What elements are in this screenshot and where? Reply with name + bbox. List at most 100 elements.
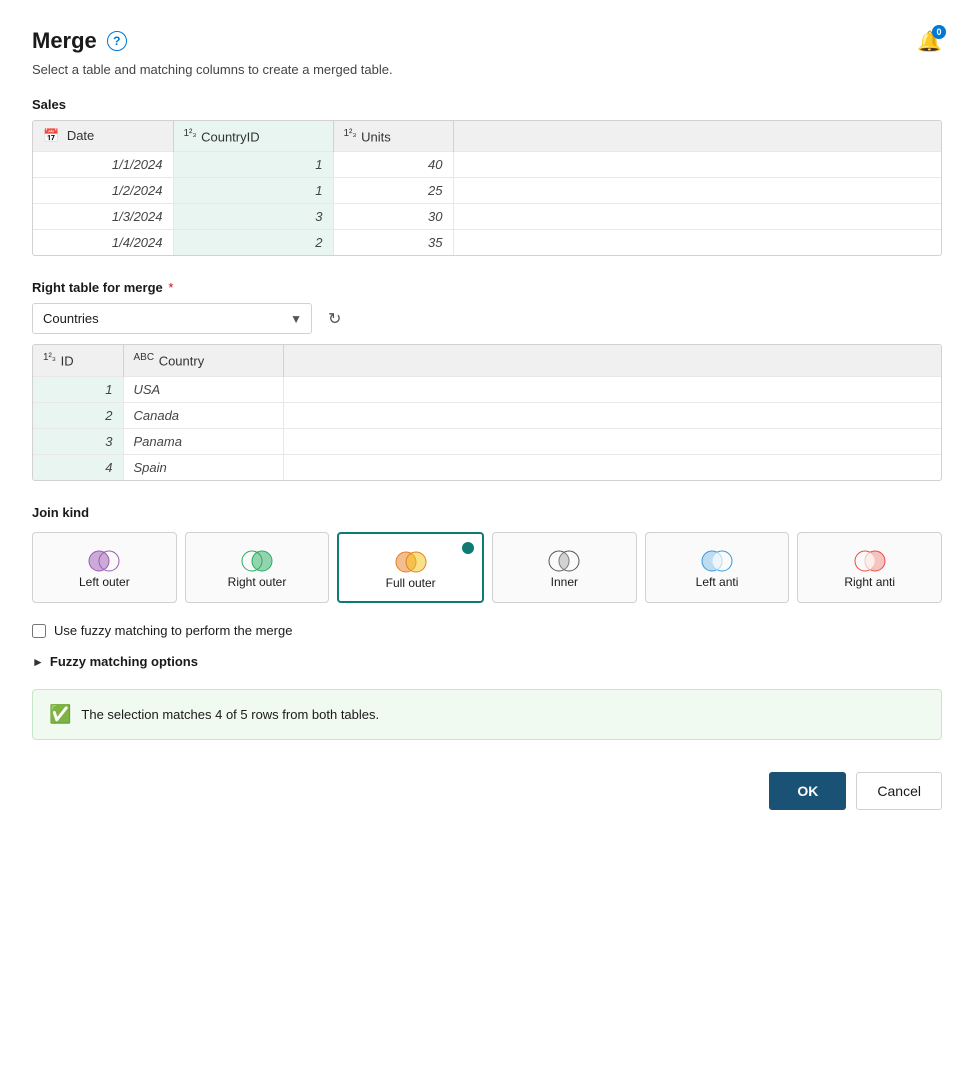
countries-header-row: 1²₃ ID ABC Country: [33, 345, 941, 376]
join-label-full-outer: Full outer: [386, 576, 436, 592]
notification-badge: 0: [932, 25, 946, 39]
cancel-button[interactable]: Cancel: [856, 772, 942, 810]
join-label-right-outer: Right outer: [228, 575, 287, 591]
venn-right-anti-icon: [848, 547, 892, 575]
type-icon-123-countryid: 1²₃: [184, 128, 197, 139]
countries-id-2: 2: [33, 402, 123, 428]
sales-countryid-2: 1: [173, 178, 333, 204]
required-indicator: *: [168, 280, 173, 295]
sales-label: Sales: [32, 97, 942, 112]
page-title: Merge: [32, 28, 97, 54]
countries-col-country-label: Country: [159, 354, 205, 369]
right-table-select[interactable]: Countries Sales: [32, 303, 312, 334]
countries-col-id-label: ID: [61, 354, 74, 369]
venn-left-outer-icon: [82, 547, 126, 575]
countries-country-1: USA: [123, 376, 283, 402]
countries-id-4: 4: [33, 454, 123, 480]
countries-col-empty: [283, 345, 941, 376]
table-row: 1/4/2024 2 35: [33, 230, 941, 256]
right-table-select-wrapper: Countries Sales ▼: [32, 303, 312, 334]
header-row: Merge ? 🔔 0: [32, 28, 942, 54]
fuzzy-matching-checkbox[interactable]: [32, 624, 46, 638]
sales-countryid-3: 3: [173, 204, 333, 230]
join-option-inner[interactable]: Inner: [492, 532, 637, 604]
countries-id-3: 3: [33, 428, 123, 454]
join-kind-section: Join kind Left outer: [32, 505, 942, 604]
venn-inner-icon: [542, 547, 586, 575]
venn-left-anti-icon: [695, 547, 739, 575]
join-options-container: Left outer Right outer: [32, 532, 942, 604]
sales-col-countryid[interactable]: 1²₃ CountryID: [173, 121, 333, 152]
help-icon[interactable]: ?: [107, 31, 127, 51]
chevron-right-icon: ►: [32, 655, 44, 669]
countries-country-4: Spain: [123, 454, 283, 480]
join-kind-label: Join kind: [32, 505, 942, 520]
sales-date-1: 1/1/2024: [33, 152, 173, 178]
calendar-icon: 📅: [43, 128, 59, 144]
join-option-right-anti[interactable]: Right anti: [797, 532, 942, 604]
countries-country-2: Canada: [123, 402, 283, 428]
ok-button[interactable]: OK: [769, 772, 846, 810]
sales-date-4: 1/4/2024: [33, 230, 173, 256]
table-row: 2 Canada: [33, 402, 941, 428]
sales-col-units[interactable]: 1²₃ Units: [333, 121, 453, 152]
title-area: Merge ?: [32, 28, 127, 54]
check-circle-icon: ✅: [49, 704, 71, 725]
join-option-right-outer[interactable]: Right outer: [185, 532, 330, 604]
match-notice: ✅ The selection matches 4 of 5 rows from…: [32, 689, 942, 740]
sales-col-countryid-label: CountryID: [201, 129, 260, 144]
sales-countryid-1: 1: [173, 152, 333, 178]
join-label-right-anti: Right anti: [844, 575, 895, 591]
countries-table-wrapper: 1²₃ ID ABC Country 1 USA 2: [32, 344, 942, 480]
sales-table: 📅 Date 1²₃ CountryID 1²₃ Units: [33, 121, 941, 255]
sales-col-empty: [453, 121, 941, 152]
countries-country-3: Panama: [123, 428, 283, 454]
subtitle-text: Select a table and matching columns to c…: [32, 62, 942, 77]
sales-header-row: 📅 Date 1²₃ CountryID 1²₃ Units: [33, 121, 941, 152]
join-option-full-outer[interactable]: Full outer: [337, 532, 484, 604]
fuzzy-options-row[interactable]: ► Fuzzy matching options: [32, 654, 942, 669]
countries-id-1: 1: [33, 376, 123, 402]
table-row: 1/3/2024 3 30: [33, 204, 941, 230]
join-option-left-anti[interactable]: Left anti: [645, 532, 790, 604]
sales-col-date[interactable]: 📅 Date: [33, 121, 173, 152]
join-label-inner: Inner: [551, 575, 578, 591]
join-option-left-outer[interactable]: Left outer: [32, 532, 177, 604]
match-notice-text: The selection matches 4 of 5 rows from b…: [81, 707, 379, 722]
right-table-label: Right table for merge: [32, 280, 163, 295]
sales-units-3: 30: [333, 204, 453, 230]
sales-col-date-label: Date: [67, 128, 94, 143]
fuzzy-matching-label: Use fuzzy matching to perform the merge: [54, 623, 292, 638]
right-table-section-row: Right table for merge *: [32, 280, 942, 295]
venn-right-outer-icon: [235, 547, 279, 575]
type-icon-123-units: 1²₃: [344, 128, 357, 139]
table-row: 4 Spain: [33, 454, 941, 480]
fuzzy-options-label: Fuzzy matching options: [50, 654, 198, 669]
sales-countryid-4: 2: [173, 230, 333, 256]
fuzzy-checkbox-row: Use fuzzy matching to perform the merge: [32, 623, 942, 638]
sales-table-wrapper: 📅 Date 1²₃ CountryID 1²₃ Units: [32, 120, 942, 256]
action-buttons: OK Cancel: [32, 772, 942, 810]
right-table-label-area: Right table for merge *: [32, 280, 173, 295]
table-row: 3 Panama: [33, 428, 941, 454]
sales-units-1: 40: [333, 152, 453, 178]
table-row: 1/1/2024 1 40: [33, 152, 941, 178]
dialog-container: Merge ? 🔔 0 Select a table and matching …: [32, 28, 942, 810]
sales-units-2: 25: [333, 178, 453, 204]
countries-table: 1²₃ ID ABC Country 1 USA 2: [33, 345, 941, 479]
join-label-left-anti: Left anti: [696, 575, 739, 591]
sales-units-4: 35: [333, 230, 453, 256]
notification-icon[interactable]: 🔔 0: [917, 29, 942, 54]
table-row: 1/2/2024 1 25: [33, 178, 941, 204]
table-row: 1 USA: [33, 376, 941, 402]
selected-indicator: [462, 542, 474, 554]
venn-full-outer-icon: [389, 548, 433, 576]
join-label-left-outer: Left outer: [79, 575, 130, 591]
refresh-button[interactable]: ↻: [324, 305, 345, 333]
sales-date-2: 1/2/2024: [33, 178, 173, 204]
countries-col-country[interactable]: ABC Country: [123, 345, 283, 376]
type-icon-abc-country: ABC: [134, 352, 155, 363]
countries-col-id[interactable]: 1²₃ ID: [33, 345, 123, 376]
sales-col-units-label: Units: [361, 129, 391, 144]
sales-date-3: 1/3/2024: [33, 204, 173, 230]
